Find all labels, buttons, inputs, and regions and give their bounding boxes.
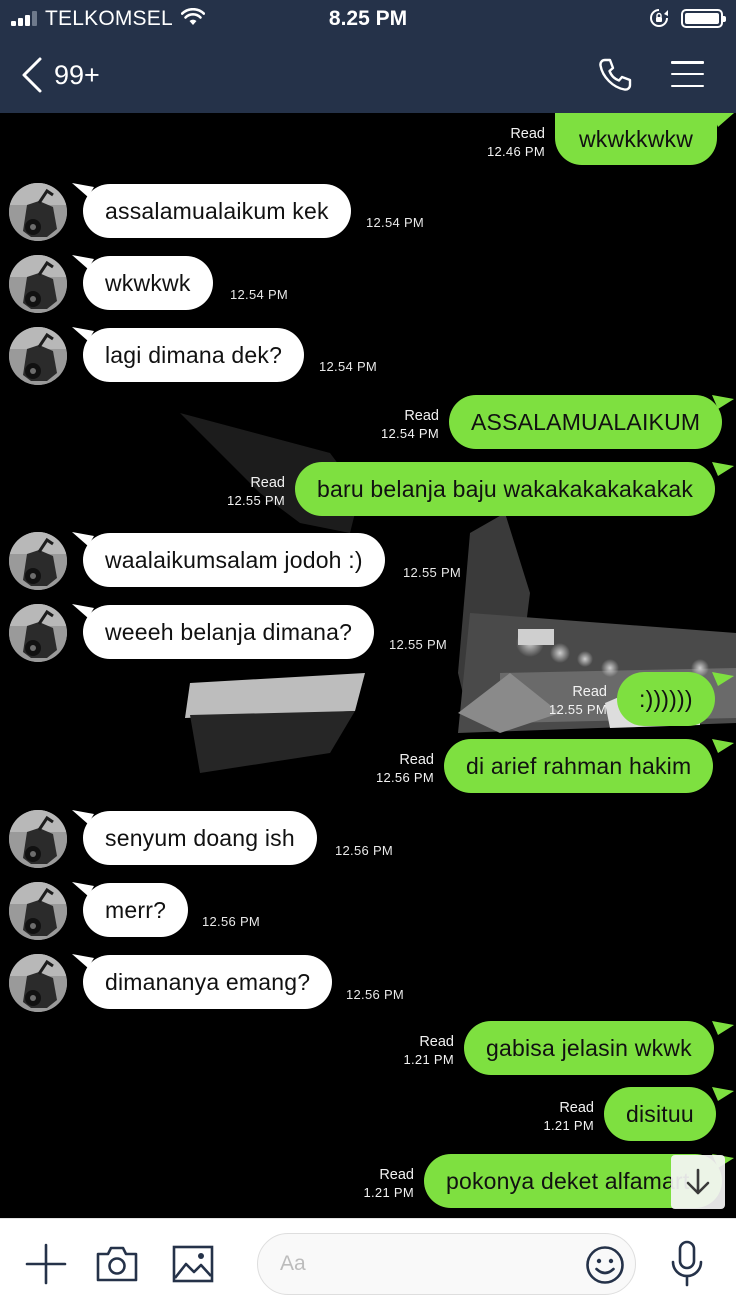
outgoing-message[interactable]: disituu xyxy=(604,1087,716,1141)
avatar[interactable] xyxy=(9,183,67,241)
read-label: Read xyxy=(419,1034,454,1050)
message-input-wrapper xyxy=(257,1233,636,1295)
read-label: Read xyxy=(250,475,285,491)
read-label: Read xyxy=(379,1167,414,1183)
message-time: 12.55 PM xyxy=(389,637,448,652)
read-receipt: Read 1.21 PM xyxy=(519,1099,594,1135)
message-time: 12.56 PM xyxy=(346,987,405,1002)
read-label: Read xyxy=(559,1100,594,1116)
outgoing-message[interactable]: :)))))) xyxy=(617,672,715,726)
message-time: 12.46 PM xyxy=(486,144,545,159)
avatar[interactable] xyxy=(9,532,67,590)
outgoing-message[interactable]: di arief rahman hakim xyxy=(444,739,714,793)
avatar[interactable] xyxy=(9,810,67,868)
incoming-message[interactable]: assalamualaikum kek xyxy=(83,184,351,238)
avatar[interactable] xyxy=(9,604,67,662)
incoming-message[interactable]: weeeh belanja dimana? xyxy=(83,605,375,659)
camera-icon[interactable] xyxy=(95,1245,139,1283)
message-time: 1.21 PM xyxy=(363,1185,414,1200)
avatar[interactable] xyxy=(9,882,67,940)
read-receipt: Read 12.46 PM xyxy=(470,125,545,161)
app-header: TELKOMSEL 8.25 PM 99+ xyxy=(0,0,736,113)
incoming-message[interactable]: merr? xyxy=(83,883,189,937)
message-time: 12.54 PM xyxy=(380,426,439,441)
incoming-message[interactable]: senyum doang ish xyxy=(83,811,317,865)
incoming-message[interactable]: dimananya emang? xyxy=(83,955,333,1009)
read-label: Read xyxy=(399,752,434,768)
message-input-bar xyxy=(0,1218,736,1308)
hamburger-menu-icon[interactable] xyxy=(671,61,704,87)
status-time: 8.25 PM xyxy=(328,7,408,30)
message-time: 12.56 PM xyxy=(335,843,394,858)
smiley-icon[interactable] xyxy=(585,1245,625,1285)
rotation-lock-icon xyxy=(650,9,668,27)
read-receipt: Read 12.55 PM xyxy=(210,474,285,510)
read-label: Read xyxy=(404,408,439,424)
battery-icon xyxy=(681,9,726,28)
message-time: 12.56 PM xyxy=(202,914,261,929)
avatar[interactable] xyxy=(9,255,67,313)
read-receipt: Read 12.55 PM xyxy=(532,683,607,719)
outgoing-message[interactable]: baru belanja baju wakakakakakakak xyxy=(295,462,716,516)
chat-area[interactable]: Read 12.46 PM wkwkkwkw assalamualaikum k… xyxy=(0,113,736,1218)
phone-icon[interactable] xyxy=(596,56,634,94)
read-label: Read xyxy=(572,684,607,700)
message-time: 12.55 PM xyxy=(226,493,285,508)
read-receipt: Read 1.21 PM xyxy=(339,1166,414,1202)
outgoing-message[interactable]: ASSALAMUALAIKUM xyxy=(449,395,723,449)
outgoing-message[interactable]: gabisa jelasin wkwk xyxy=(464,1021,714,1075)
read-receipt: Read 12.54 PM xyxy=(364,407,439,443)
status-bar: TELKOMSEL 8.25 PM xyxy=(0,0,736,40)
avatar[interactable] xyxy=(9,327,67,385)
unread-count[interactable]: 99+ xyxy=(54,60,100,91)
avatar[interactable] xyxy=(9,954,67,1012)
message-time: 1.21 PM xyxy=(403,1052,454,1067)
plus-icon[interactable] xyxy=(25,1243,67,1285)
image-icon[interactable] xyxy=(172,1245,214,1283)
read-label: Read xyxy=(510,126,545,142)
scroll-to-bottom-button[interactable] xyxy=(671,1155,725,1209)
message-time: 12.54 PM xyxy=(319,359,378,374)
read-receipt: Read 12.56 PM xyxy=(359,751,434,787)
outgoing-message[interactable]: wkwkkwkw xyxy=(555,113,718,165)
message-time: 12.55 PM xyxy=(403,565,462,580)
message-input[interactable] xyxy=(280,1234,580,1294)
incoming-message[interactable]: lagi dimana dek? xyxy=(83,328,305,382)
incoming-message[interactable]: wkwkwk xyxy=(83,256,213,310)
microphone-icon[interactable] xyxy=(669,1240,705,1288)
arrow-down-icon xyxy=(686,1168,710,1195)
message-time: 12.56 PM xyxy=(375,770,434,785)
message-time: 1.21 PM xyxy=(543,1118,594,1133)
message-time: 12.54 PM xyxy=(366,215,425,230)
incoming-message[interactable]: waalaikumsalam jodoh :) xyxy=(83,533,385,587)
message-time: 12.55 PM xyxy=(548,702,607,717)
read-receipt: Read 1.21 PM xyxy=(379,1033,454,1069)
message-time: 12.54 PM xyxy=(230,287,289,302)
chevron-left-icon[interactable] xyxy=(18,56,44,94)
